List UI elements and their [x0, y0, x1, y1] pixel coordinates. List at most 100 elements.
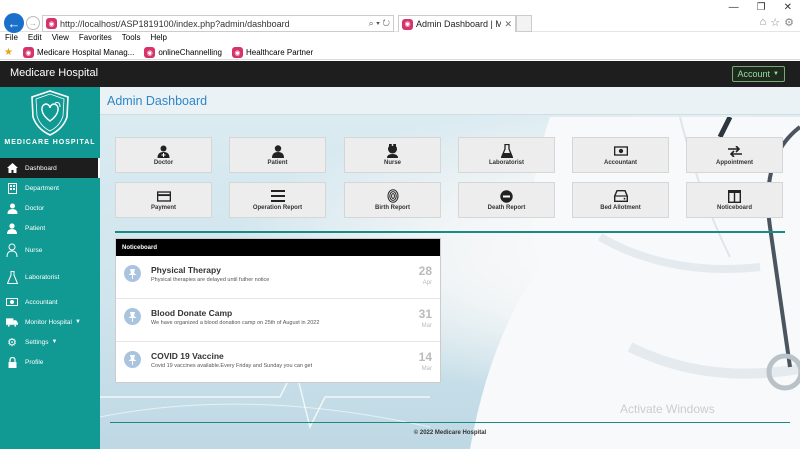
pin-icon	[124, 351, 141, 368]
tile-label: Accountant	[604, 160, 637, 166]
browser-tab[interactable]: ◉ Admin Dashboard | Medica... ✕	[398, 15, 516, 32]
sidebar-item-patient[interactable]: Patient	[0, 218, 100, 238]
tile-appointment[interactable]: Appointment	[686, 137, 783, 173]
tile-bed-allotment[interactable]: Bed Allotment	[572, 182, 669, 218]
money-icon	[6, 296, 18, 308]
tile-nurse[interactable]: Nurse	[344, 137, 441, 173]
sidebar-item-label: Department	[25, 184, 59, 192]
hdd-icon	[613, 189, 628, 203]
app-header: Medicare Hospital Account ▼	[0, 61, 800, 87]
sidebar-item-laboratorist[interactable]: Laboratorist	[0, 262, 100, 292]
tile-label: Appointment	[716, 160, 753, 166]
home-icon[interactable]: ⌂	[760, 16, 767, 29]
favorite-link[interactable]: ◉ Healthcare Partner	[231, 47, 313, 58]
search-refresh-icon[interactable]: ⌕ ▾ ↻	[369, 18, 390, 29]
sidebar-nav: Dashboard Department Doctor Patient Nurs…	[0, 158, 100, 372]
shield-logo-icon	[31, 90, 69, 136]
sidebar-item-nurse[interactable]: Nurse	[0, 238, 100, 262]
doctor-icon	[6, 202, 18, 214]
tile-doctor[interactable]: Doctor	[115, 137, 212, 173]
favorite-link[interactable]: ◉ Medicare Hospital Manag...	[22, 47, 134, 58]
favorites-star-icon[interactable]: ☆	[770, 16, 780, 29]
sidebar-item-settings[interactable]: ⚙ Settings ▼	[0, 332, 100, 352]
columns-icon	[728, 189, 742, 203]
address-bar[interactable]: ◉ http://localhost/ASP1819100/index.php?…	[42, 15, 394, 32]
tile-label: Noticeboard	[716, 205, 752, 211]
notice-title: Physical Therapy	[151, 265, 221, 275]
sidebar-item-label: Monitor Hospital	[25, 318, 72, 326]
account-label: Account	[737, 69, 771, 79]
sidebar-item-doctor[interactable]: Doctor	[0, 198, 100, 218]
tile-payment[interactable]: Payment	[115, 182, 212, 218]
new-tab-button[interactable]	[516, 15, 532, 32]
sidebar-item-accountant[interactable]: Accountant	[0, 292, 100, 312]
tile-label: Death Report	[487, 205, 526, 211]
menu-file[interactable]: File	[5, 33, 18, 45]
pin-icon	[124, 265, 141, 282]
doctor-icon	[157, 144, 171, 158]
menu-edit[interactable]: Edit	[28, 33, 42, 45]
menu-tools[interactable]: Tools	[122, 33, 141, 45]
tab-favicon-icon: ◉	[402, 18, 413, 30]
notice-item[interactable]: COVID 19 Vaccine Covid 19 vaccines avail…	[116, 342, 440, 385]
sidebar-item-label: Settings	[25, 338, 49, 346]
notice-month: Mar	[421, 323, 432, 329]
menu-help[interactable]: Help	[150, 33, 166, 45]
exchange-icon	[727, 144, 742, 158]
favicon-icon: ◉	[22, 47, 34, 58]
favorite-link[interactable]: ◉ onlineChannelling	[144, 47, 222, 58]
menu-favorites[interactable]: Favorites	[79, 33, 112, 45]
notice-title: COVID 19 Vaccine	[151, 351, 224, 361]
favorites-star-icon[interactable]: ★	[4, 47, 13, 58]
gear-icon: ⚙	[7, 336, 17, 349]
notice-day: 14	[418, 350, 432, 364]
minimize-icon[interactable]: —	[727, 0, 741, 15]
chevron-down-icon: ▼	[773, 71, 779, 77]
tile-operation-report[interactable]: Operation Report	[229, 182, 326, 218]
account-button[interactable]: Account ▼	[731, 66, 785, 82]
window-controls: — ❐ ✕	[727, 0, 794, 15]
back-arrow-icon[interactable]: ←	[4, 13, 24, 33]
windows-watermark: Activate Windows	[620, 402, 715, 416]
forward-arrow-icon[interactable]: →	[26, 16, 40, 30]
notice-item[interactable]: Physical Therapy Physical therapies are …	[116, 256, 440, 299]
noticeboard-header: Noticeboard	[116, 239, 440, 256]
tile-accountant[interactable]: Accountant	[572, 137, 669, 173]
sidebar-item-monitor-hospital[interactable]: Monitor Hospital ▼	[0, 312, 100, 332]
tab-close-icon[interactable]: ✕	[504, 19, 512, 30]
tile-noticeboard[interactable]: Noticeboard	[686, 182, 783, 218]
logo-text: MEDICARE HOSPITAL	[4, 139, 96, 146]
lock-icon	[6, 356, 18, 368]
notice-day: 28	[418, 264, 432, 278]
tile-birth-report[interactable]: Birth Report	[344, 182, 441, 218]
settings-gear-icon[interactable]: ⚙	[784, 16, 794, 29]
notice-month: Mar	[421, 366, 432, 372]
user-icon	[6, 222, 18, 234]
sidebar-item-label: Profile	[25, 358, 44, 366]
page-title: Admin Dashboard	[107, 94, 208, 108]
sidebar-item-profile[interactable]: Profile	[0, 352, 100, 372]
notice-item[interactable]: Blood Donate Camp We have organized a bl…	[116, 299, 440, 342]
close-icon[interactable]: ✕	[782, 0, 794, 15]
sidebar-item-label: Laboratorist	[25, 273, 60, 281]
browser-menubar: File Edit View Favorites Tools Help	[0, 33, 800, 45]
tile-patient[interactable]: Patient	[229, 137, 326, 173]
tile-label: Doctor	[153, 160, 174, 166]
sidebar-item-department[interactable]: Department	[0, 178, 100, 198]
pin-icon	[124, 308, 141, 325]
tile-label: Nurse	[383, 160, 401, 166]
menu-view[interactable]: View	[52, 33, 69, 45]
notice-description: Physical therapies are delayed until fut…	[151, 277, 270, 283]
sidebar-item-dashboard[interactable]: Dashboard	[0, 158, 100, 178]
address-url[interactable]: http://localhost/ASP1819100/index.php?ad…	[60, 19, 369, 29]
tile-death-report[interactable]: Death Report	[458, 182, 555, 218]
page-title-bar: Admin Dashboard	[100, 87, 800, 115]
flask-icon	[500, 144, 514, 158]
tile-label: Operation Report	[252, 205, 303, 211]
restore-icon[interactable]: ❐	[755, 0, 768, 15]
caret-down-icon: ▼	[74, 319, 81, 325]
tile-laboratorist[interactable]: Laboratorist	[458, 137, 555, 173]
flask-icon	[6, 270, 18, 284]
tile-label: Bed Allotment	[600, 205, 641, 211]
brand-title[interactable]: Medicare Hospital	[10, 67, 98, 79]
